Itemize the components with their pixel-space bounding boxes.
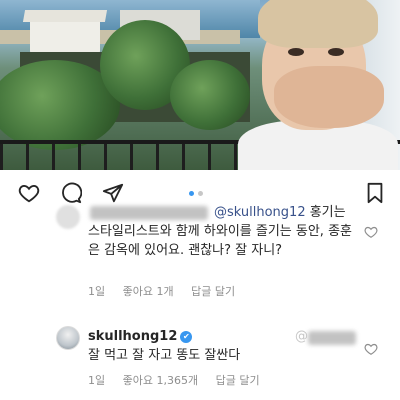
avatar[interactable] xyxy=(56,326,80,350)
comment-text: @skullhong12 홍기는 스타일리스트와 함께 하와이를 즐기는 동안,… xyxy=(88,203,358,260)
carousel-indicator xyxy=(189,191,211,197)
mention-at[interactable]: @ xyxy=(295,329,308,344)
person-hair xyxy=(258,0,378,48)
paper-plane-icon[interactable] xyxy=(102,182,124,204)
comment-meta: 1일 좋아요 1개 답글 달기 xyxy=(88,283,249,299)
bookmark-icon[interactable] xyxy=(364,182,386,204)
avatar[interactable] xyxy=(56,205,80,229)
small-heart-icon[interactable] xyxy=(364,225,378,239)
reply-link[interactable]: 답글 달기 xyxy=(216,374,260,387)
mention-link[interactable]: @skullhong12 xyxy=(214,205,306,220)
username-link[interactable]: skullhong12 xyxy=(88,329,177,344)
building xyxy=(30,18,100,54)
comment-likes-link[interactable]: 좋아요 1,365개 xyxy=(123,374,198,387)
person-eye xyxy=(288,48,304,56)
comment-text: 잘 먹고 잘 자고 똥도 잘싼다 xyxy=(88,348,241,363)
heart-icon[interactable] xyxy=(18,182,40,204)
person-eye xyxy=(328,48,344,56)
comment-header: skullhong12 ✔ xyxy=(88,329,193,344)
comment-time: 1일 xyxy=(88,285,106,298)
small-heart-icon[interactable] xyxy=(364,342,378,356)
person-hand xyxy=(274,66,384,128)
reply-link[interactable]: 답글 달기 xyxy=(191,285,235,298)
carousel-dot xyxy=(198,191,203,196)
comment-likes-link[interactable]: 좋아요 1개 xyxy=(123,285,174,298)
verified-badge-icon: ✔ xyxy=(180,331,193,343)
comment-bubble-icon[interactable] xyxy=(60,182,82,204)
person xyxy=(218,0,398,170)
comment-meta: 1일 좋아요 1,365개 답글 달기 xyxy=(88,372,274,388)
comment-time: 1일 xyxy=(88,374,106,387)
blurred-mention xyxy=(308,331,356,345)
post-photo[interactable] xyxy=(0,0,400,170)
carousel-dot-active xyxy=(189,191,194,196)
